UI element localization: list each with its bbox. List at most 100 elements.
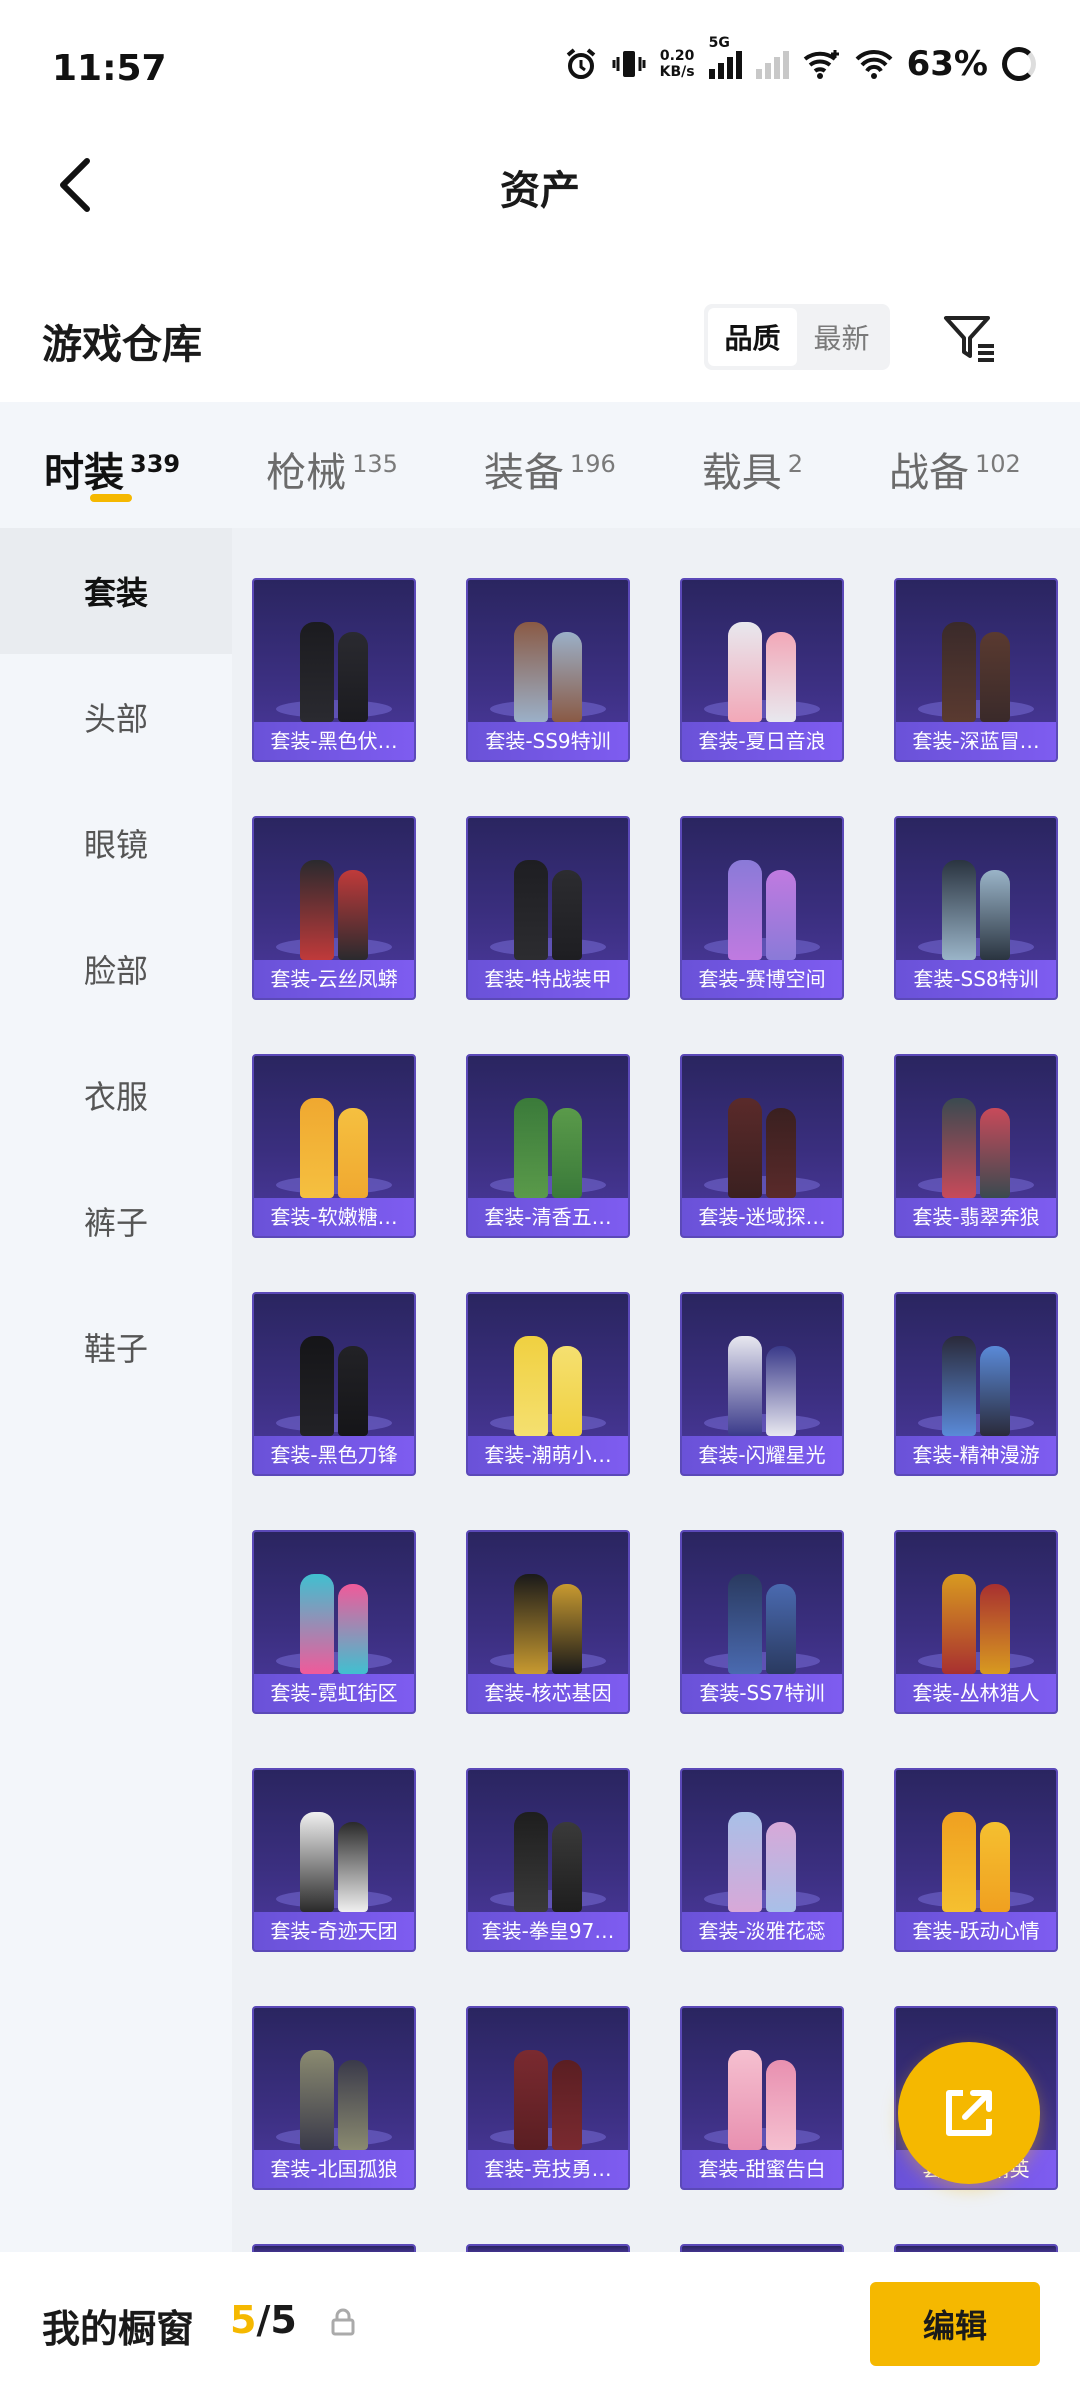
outfit-card[interactable]: 套装-赛博空间	[680, 816, 844, 1000]
outfit-image	[254, 1070, 414, 1198]
outfit-name: 套装-SS7特训	[682, 1674, 842, 1712]
outfit-name: 套装-特战装甲	[468, 960, 628, 998]
outfit-card[interactable]: 套装-奇迹天团	[252, 1768, 416, 1952]
net-speed-unit: KB/s	[659, 64, 695, 80]
tab-fashion[interactable]: 时装 339	[44, 402, 180, 528]
tab-vehicles[interactable]: 载具 2	[702, 402, 803, 528]
outfit-card[interactable]: 套装-软嫩糖…	[252, 1054, 416, 1238]
outfit-image	[896, 1546, 1056, 1674]
sidebar-item-clothes[interactable]: 衣服	[0, 1032, 232, 1158]
outfit-image	[254, 1784, 414, 1912]
edit-button[interactable]: 编辑	[870, 2282, 1040, 2366]
outfit-card[interactable]: 套装-翡翠奔狼	[894, 1054, 1058, 1238]
sort-by-quality[interactable]: 品质	[708, 308, 797, 366]
filter-icon	[944, 316, 994, 362]
outfit-image	[468, 2022, 628, 2150]
outfit-card[interactable]: 套装-甜蜜告白	[680, 2006, 844, 2190]
signal-5g-icon: 5G	[708, 35, 742, 79]
tab-count: 339	[130, 450, 181, 478]
outfit-card[interactable]: 套装-丛林猎人	[894, 1530, 1058, 1714]
outfit-image	[896, 1784, 1056, 1912]
outfit-card[interactable]: 套装-闪耀星光	[680, 1292, 844, 1476]
showcase-total: /5	[256, 2298, 297, 2342]
net-speed: 0.20 KB/s	[660, 48, 695, 80]
tab-count: 135	[352, 450, 398, 478]
outfit-image	[468, 1308, 628, 1436]
outfit-name: 套装-赛博空间	[682, 960, 842, 998]
subcategory-sidebar: 套装 头部 眼镜 脸部 衣服 裤子 鞋子	[0, 528, 232, 2252]
outfit-name: 套装-闪耀星光	[682, 1436, 842, 1474]
outfit-name: 套装-北国孤狼	[254, 2150, 414, 2188]
wifi-plus-icon	[803, 50, 839, 79]
showcase-count: 5/5	[230, 2298, 297, 2342]
outfit-name: 套装-霓虹街区	[254, 1674, 414, 1712]
showcase-bar: 我的橱窗 5/5 编辑	[0, 2252, 1080, 2400]
status-time: 11:57	[52, 48, 167, 89]
lock-icon	[331, 2308, 355, 2336]
outfit-name: 套装-夏日音浪	[682, 722, 842, 760]
outfit-card[interactable]: 套装-SS9特训	[466, 578, 630, 762]
sort-by-newest[interactable]: 最新	[797, 308, 886, 366]
outfit-image	[682, 1784, 842, 1912]
tab-label: 战备	[889, 450, 970, 496]
outfit-image	[896, 594, 1056, 722]
sidebar-item-glasses[interactable]: 眼镜	[0, 780, 232, 906]
share-button[interactable]	[898, 2042, 1040, 2184]
tab-label: 时装	[44, 450, 124, 496]
battery-percent: 63%	[906, 44, 988, 84]
outfit-card[interactable]: 套装-精神漫游	[894, 1292, 1058, 1476]
tab-count: 102	[975, 450, 1021, 478]
outfit-card[interactable]: 套装-黑色伏…	[252, 578, 416, 762]
tab-label: 枪械	[266, 450, 347, 496]
outfit-card[interactable]: 套装-SS7特训	[680, 1530, 844, 1714]
tab-equipment[interactable]: 装备 196	[484, 402, 616, 528]
outfit-name: 套装-云丝凤蟒	[254, 960, 414, 998]
outfit-card[interactable]: 套装-拳皇97…	[466, 1768, 630, 1952]
outfit-name: 套装-SS9特训	[468, 722, 628, 760]
warehouse-header: 游戏仓库 品质 最新	[0, 290, 1080, 400]
outfit-image	[254, 594, 414, 722]
outfit-card[interactable]: 套装-竞技勇…	[466, 2006, 630, 2190]
outfit-image	[468, 1546, 628, 1674]
outfit-name: 套装-深蓝冒…	[896, 722, 1056, 760]
tab-combat-gear[interactable]: 战备 102	[889, 402, 1021, 528]
filter-button[interactable]	[940, 308, 1000, 368]
outfit-card[interactable]: 套装-黑色刀锋	[252, 1292, 416, 1476]
tab-count: 2	[787, 450, 804, 478]
outfit-card[interactable]: 套装-清香五…	[466, 1054, 630, 1238]
outfit-card[interactable]: 套装-跃动心情	[894, 1768, 1058, 1952]
sidebar-item-head[interactable]: 头部	[0, 654, 232, 780]
outfit-image	[682, 832, 842, 960]
outfit-name: 套装-精神漫游	[896, 1436, 1056, 1474]
showcase-label: 我的橱窗	[42, 2307, 195, 2351]
outfit-card[interactable]: 套装-SS8特训	[894, 816, 1058, 1000]
sidebar-item-shoes[interactable]: 鞋子	[0, 1284, 232, 1410]
sidebar-item-face[interactable]: 脸部	[0, 906, 232, 1032]
sidebar-item-outfit[interactable]: 套装	[0, 528, 232, 654]
outfit-name: 套装-甜蜜告白	[682, 2150, 842, 2188]
outfit-card[interactable]: 套装-迷域探…	[680, 1054, 844, 1238]
battery-icon	[1002, 47, 1036, 81]
outfit-card[interactable]: 套装-淡雅花蕊	[680, 1768, 844, 1952]
outfit-card[interactable]: 套装-夏日音浪	[680, 578, 844, 762]
outfit-card[interactable]: 套装-深蓝冒…	[894, 578, 1058, 762]
outfit-name: 套装-黑色伏…	[254, 722, 414, 760]
tab-guns[interactable]: 枪械 135	[266, 402, 398, 528]
outfit-name: 套装-核芯基因	[468, 1674, 628, 1712]
outfit-card[interactable]: 套装-潮萌小…	[466, 1292, 630, 1476]
outfit-card[interactable]: 套装-北国孤狼	[252, 2006, 416, 2190]
tab-count: 196	[569, 450, 616, 478]
outfit-image	[468, 832, 628, 960]
outfit-name: 套装-清香五…	[468, 1198, 628, 1236]
outfit-image	[682, 1070, 842, 1198]
tab-label: 载具	[701, 450, 782, 496]
outfit-card[interactable]: 套装-核芯基因	[466, 1530, 630, 1714]
outfit-card[interactable]: 套装-特战装甲	[466, 816, 630, 1000]
outfit-card[interactable]: 套装-霓虹街区	[252, 1530, 416, 1714]
sidebar-item-pants[interactable]: 裤子	[0, 1158, 232, 1284]
outfit-image	[682, 2022, 842, 2150]
outfit-image	[468, 1070, 628, 1198]
outfit-card[interactable]: 套装-云丝凤蟒	[252, 816, 416, 1000]
vibrate-icon	[612, 51, 646, 77]
outfit-image	[682, 594, 842, 722]
